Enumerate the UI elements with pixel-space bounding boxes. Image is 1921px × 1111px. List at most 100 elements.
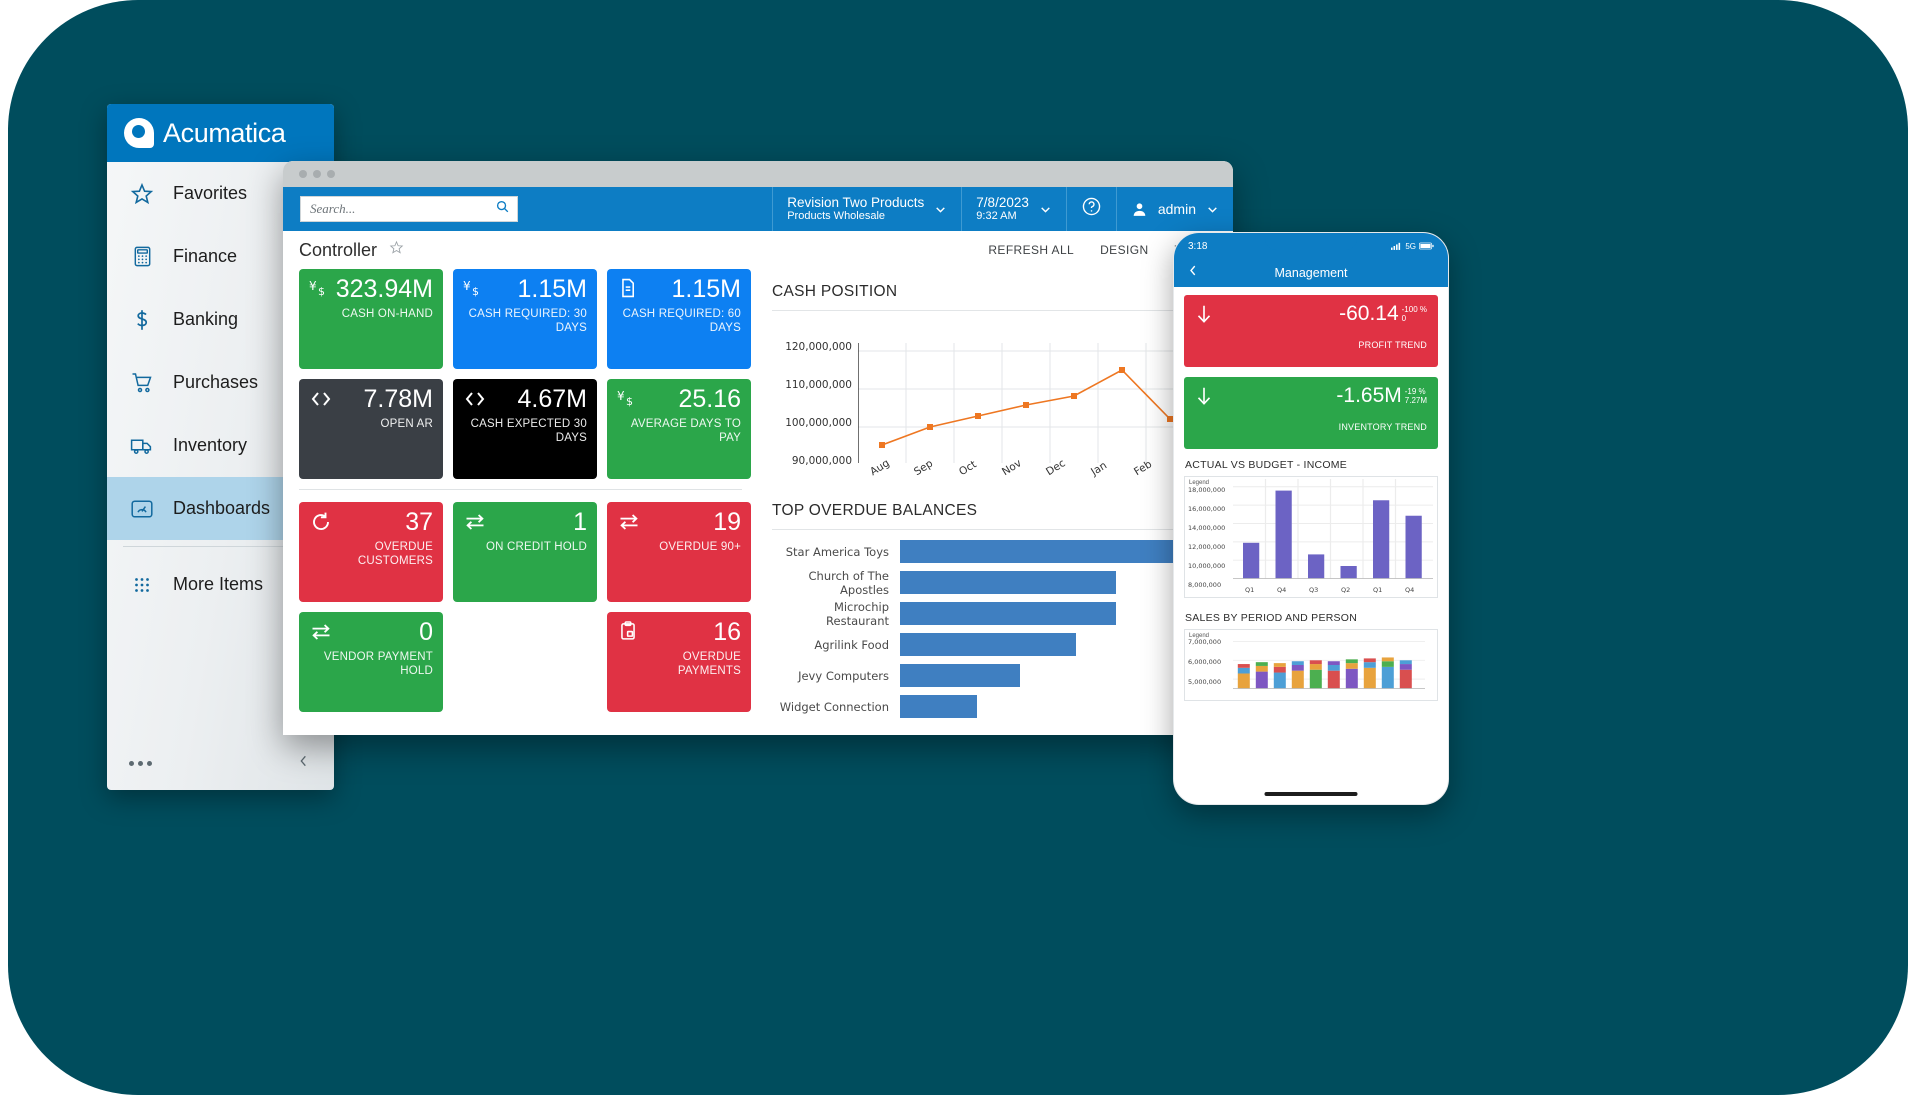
kpi-tile-column: ¥ $ 323.94M CASH ON-HAND ¥ $ 1.15M CASH … — [299, 269, 754, 735]
bar-category-label: Agrilink Food — [814, 637, 889, 652]
clipboard-icon — [617, 620, 641, 644]
user-menu[interactable]: admin — [1115, 187, 1233, 231]
code-brackets-icon — [463, 387, 487, 411]
bar-category-label: Microchip Restaurant — [826, 599, 889, 628]
help-button[interactable] — [1065, 187, 1116, 231]
kpi-label: VENDOR PAYMENT HOLD — [323, 651, 433, 678]
company-selector[interactable]: Revision Two Products Products Wholesale — [772, 187, 961, 231]
phone-title: Management — [1274, 266, 1348, 280]
refresh-all-button[interactable]: REFRESH ALL — [988, 243, 1074, 257]
kpi-value: 37 — [405, 508, 433, 536]
grid-dots-icon — [129, 572, 155, 598]
actual-vs-budget-income-chart[interactable]: Legend 18,000,000 16,000,000 14,000,000 … — [1184, 476, 1438, 598]
x-axis-tick: Q4 — [1277, 586, 1287, 594]
kpi-tile-cash-required-60[interactable]: 1.15M CASH REQUIRED: 60 DAYS — [607, 269, 751, 369]
transfer-icon — [617, 510, 641, 534]
bar-row: Star America Toys — [772, 536, 1233, 567]
kpi-tile-average-days-to-pay[interactable]: ¥ $ 25.16 AVERAGE DAYS TO PAY — [607, 379, 751, 479]
sidebar-item-label: Inventory — [173, 435, 248, 455]
datetime-selector[interactable]: 7/8/2023 9:32 AM — [961, 187, 1066, 231]
kpi-tile-cash-on-hand[interactable]: ¥ $ 323.94M CASH ON-HAND — [299, 269, 443, 369]
kpi-label: OPEN AR — [380, 418, 433, 430]
top-overdue-balances-chart[interactable]: Star America Toys Church of The Apostles… — [772, 536, 1233, 718]
kpi-value: 1 — [573, 508, 587, 536]
battery-icon — [1419, 242, 1434, 250]
arrow-down-icon — [1193, 385, 1215, 441]
sidebar-item-label: Purchases — [173, 372, 259, 392]
phone-tile-inventory-trend[interactable]: -1.65M -19 % 7.27M INVENTORY TREND — [1184, 377, 1438, 449]
chevron-left-icon[interactable] — [296, 753, 312, 774]
kpi-tile-overdue-customers[interactable]: 37 OVERDUE CUSTOMERS — [299, 502, 443, 602]
phone-section-title-income: ACTUAL VS BUDGET - INCOME — [1185, 459, 1348, 471]
bar-row: Jevy Computers — [772, 660, 1233, 691]
current-date: 7/8/2023 — [976, 194, 1029, 210]
document-icon — [617, 277, 641, 301]
y-axis-tick: 16,000,000 — [1188, 505, 1226, 513]
cart-icon — [129, 370, 155, 396]
bar[interactable] — [900, 602, 1117, 625]
chevron-down-icon[interactable] — [1206, 203, 1219, 216]
application-top-bar: Search... Revision Two Products Products… — [283, 187, 1233, 231]
kpi-tile-on-credit-hold[interactable]: 1 ON CREDIT HOLD — [453, 502, 597, 602]
refresh-icon — [309, 510, 333, 534]
chevron-down-icon[interactable] — [1039, 203, 1052, 216]
ellipsis-icon[interactable] — [129, 760, 152, 766]
bar-row: Agrilink Food — [772, 629, 1233, 660]
kpi-tile-overdue-90-plus[interactable]: 19 OVERDUE 90+ — [607, 502, 751, 602]
kpi-tile-cash-required-30[interactable]: ¥ $ 1.15M CASH REQUIRED: 30 DAYS — [453, 269, 597, 369]
y-axis-tick: 6,000,000 — [1188, 658, 1222, 666]
x-axis-tick: Q4 — [1405, 586, 1415, 594]
income-bars-plot — [1233, 479, 1433, 580]
kpi-value: 1.15M — [517, 275, 587, 303]
kpi-value: 16 — [713, 618, 741, 646]
acumatica-logo-icon — [124, 118, 154, 148]
sales-by-period-and-person-chart[interactable]: Legend 7,000,000 6,000,000 5,000,000 — [1184, 629, 1438, 701]
bar[interactable] — [900, 664, 1020, 687]
network-label: 5G — [1405, 241, 1416, 251]
kpi-tile-overdue-payments[interactable]: 16 OVERDUE PAYMENTS — [607, 612, 751, 712]
cash-position-chart[interactable]: 120,000,000 110,000,000 100,000,000 90,0… — [772, 317, 1233, 482]
kpi-tile-empty-slot — [453, 612, 597, 712]
help-circle-icon[interactable] — [1081, 196, 1102, 222]
phone-kpi-value: -1.65M — [1336, 384, 1402, 407]
y-axis-tick: 100,000,000 — [785, 417, 852, 429]
design-button[interactable]: DESIGN — [1100, 243, 1148, 257]
bar[interactable] — [900, 571, 1117, 594]
kpi-label: OVERDUE PAYMENTS — [677, 651, 741, 678]
bar-category-label: Church of The Apostles — [808, 568, 889, 597]
x-axis-tick: Q3 — [1309, 586, 1319, 594]
search-icon[interactable] — [495, 199, 510, 219]
kpi-label: CASH ON-HAND — [341, 308, 433, 320]
bar[interactable] — [900, 695, 977, 718]
phone-section-title-sales: SALES BY PERIOD AND PERSON — [1185, 612, 1358, 624]
brand-header: Acumatica — [107, 104, 334, 162]
svg-text:¥: ¥ — [309, 279, 317, 293]
bar[interactable] — [900, 633, 1077, 656]
phone-kpi-pct: -100 % — [1401, 305, 1427, 314]
phone-tile-profit-trend[interactable]: -60.14 -100 % 0 PROFIT TREND — [1184, 295, 1438, 367]
chart-title: TOP OVERDUE BALANCES — [772, 502, 978, 519]
y-axis-tick: 12,000,000 — [1188, 543, 1226, 551]
search-input[interactable]: Search... — [300, 196, 518, 222]
kpi-value: 7.78M — [363, 385, 433, 413]
bar-row: Microchip Restaurant — [772, 598, 1233, 629]
company-name: Revision Two Products — [787, 194, 925, 210]
kpi-value: 25.16 — [678, 385, 741, 413]
chart-title-divider — [772, 310, 1233, 311]
phone-content: -60.14 -100 % 0 PROFIT TREND -1.65M -19 … — [1174, 287, 1448, 701]
star-icon — [129, 181, 155, 207]
y-axis-tick: 90,000,000 — [791, 455, 852, 467]
kpi-tile-open-ar[interactable]: 7.78M OPEN AR — [299, 379, 443, 479]
top-overdue-balances-widget: TOP OVERDUE BALANCES Star America Toys C… — [772, 502, 1233, 718]
user-icon — [1131, 201, 1148, 218]
chart-title: CASH POSITION — [772, 283, 898, 300]
chevron-down-icon[interactable] — [934, 203, 947, 216]
kpi-tile-vendor-payment-hold[interactable]: 0 VENDOR PAYMENT HOLD — [299, 612, 443, 712]
kpi-tile-cash-expected-30[interactable]: 4.67M CASH EXPECTED 30 DAYS — [453, 379, 597, 479]
kpi-label: OVERDUE 90+ — [659, 541, 741, 553]
dashboard-chart-column: CASH POSITION 120,000,000 110,000,000 10… — [754, 269, 1233, 735]
currency-icon: ¥ $ — [463, 277, 487, 301]
phone-kpi-label: INVENTORY TREND — [1338, 422, 1427, 432]
search-area: Search... — [283, 187, 518, 231]
star-outline-icon[interactable] — [389, 240, 404, 260]
